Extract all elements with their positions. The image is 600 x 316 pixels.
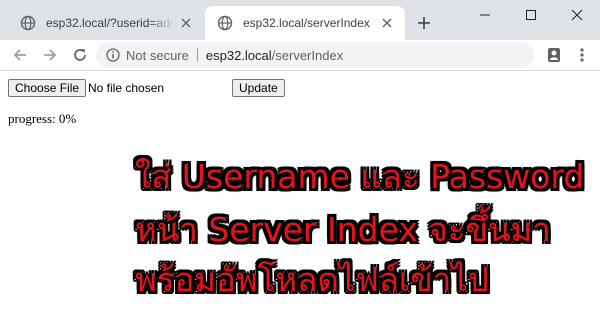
tab-server-index[interactable]: esp32.local/serverIndex bbox=[205, 6, 405, 40]
close-icon[interactable] bbox=[379, 15, 395, 31]
tab-login[interactable]: esp32.local/?userid=admin&pwd=admin bbox=[8, 6, 204, 40]
progress-text: progress: 0% bbox=[8, 111, 77, 126]
url-host: esp32.local bbox=[205, 47, 272, 63]
more-menu-icon[interactable] bbox=[572, 45, 592, 65]
plus-icon[interactable] bbox=[414, 13, 434, 33]
choose-file-button[interactable]: Choose File bbox=[8, 79, 87, 97]
profile-icon[interactable] bbox=[544, 45, 564, 65]
browser-toolbar: Not secure esp32.local/serverIndex bbox=[0, 40, 600, 71]
tab-title: esp32.local/serverIndex bbox=[243, 16, 370, 30]
info-icon[interactable] bbox=[106, 48, 120, 62]
maximize-icon[interactable] bbox=[508, 0, 554, 30]
minimize-icon[interactable] bbox=[462, 0, 508, 30]
reload-icon[interactable] bbox=[68, 43, 92, 67]
tab-title: esp32.local/?userid=admin&pwd=admin bbox=[46, 16, 174, 30]
back-arrow-icon[interactable] bbox=[8, 43, 32, 67]
update-button[interactable]: Update bbox=[232, 79, 285, 97]
address-bar[interactable]: Not secure esp32.local/serverIndex bbox=[96, 42, 534, 68]
globe-icon bbox=[217, 15, 233, 31]
overlay-caption-line-1: ใส่ Username และ Password bbox=[135, 157, 585, 196]
file-status-text: No file chosen bbox=[88, 81, 165, 95]
overlay-caption-line-3: พร้อมอัพโหลดไฟล์เข้าไป bbox=[135, 260, 489, 299]
tab-strip: esp32.local/?userid=admin&pwd=admin esp3… bbox=[0, 0, 600, 40]
window-close-icon[interactable] bbox=[554, 0, 600, 30]
overlay-caption-line-2: หน้า Server Index จะขึ้นมา bbox=[135, 210, 551, 249]
divider bbox=[196, 48, 198, 62]
globe-icon bbox=[20, 15, 36, 31]
page-content: Choose File No file chosen Update progre… bbox=[0, 71, 600, 316]
security-status: Not secure bbox=[126, 47, 189, 63]
url-path: /serverIndex bbox=[271, 47, 344, 63]
close-icon[interactable] bbox=[178, 15, 194, 31]
forward-arrow-icon[interactable] bbox=[38, 43, 62, 67]
